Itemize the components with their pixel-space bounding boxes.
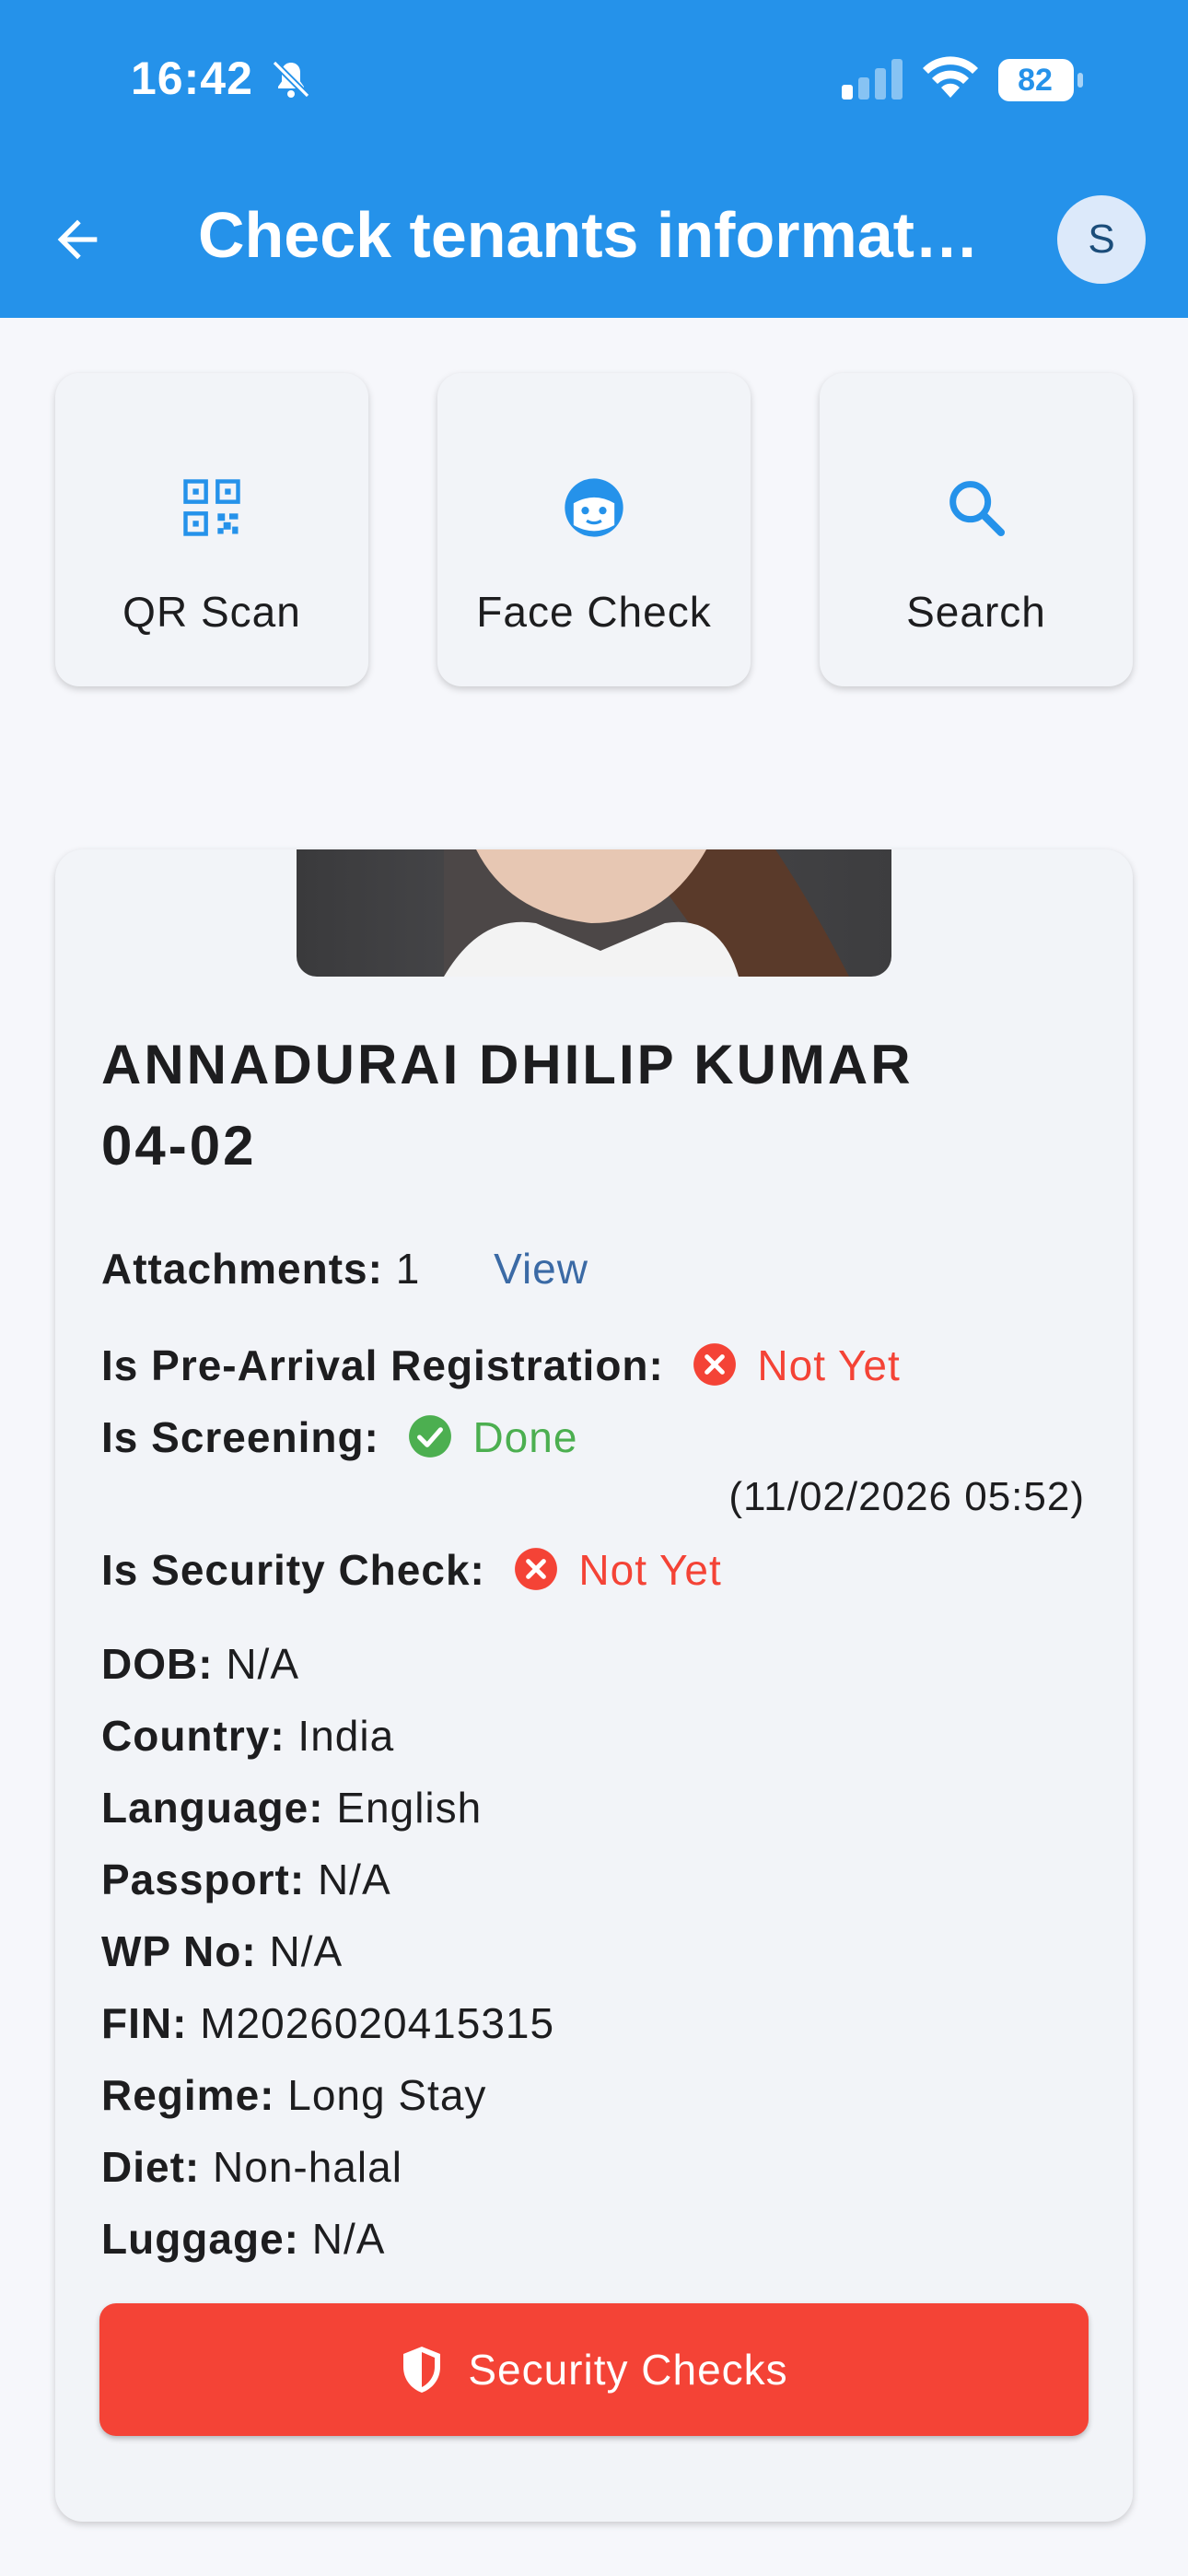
detail-row: Country: India [101,1711,394,1761]
qr-code-icon [183,479,240,536]
attachments-row: Attachments: 1 View [101,1244,588,1294]
tenant-photo [297,849,891,977]
wifi-icon [923,56,978,98]
detail-value: N/A [226,1640,300,1688]
status-time: 16:42 [131,53,253,104]
search-icon [949,481,1006,537]
security-checks-button[interactable]: Security Checks [99,2303,1089,2436]
tenant-card: ANNADURAI DHILIP KUMAR 04-02 Attachments… [55,849,1133,2522]
search-button[interactable]: Search [820,373,1133,686]
tenant-name: ANNADURAI DHILIP KUMAR [101,1034,914,1095]
face-icon [565,478,623,537]
attachments-count: 1 [395,1245,421,1293]
back-arrow-icon[interactable] [48,210,107,269]
face-check-button[interactable]: Face Check [437,373,751,686]
app-bar: 16:42 82 Check tenants informati… S [0,0,1188,318]
detail-label: Diet: [101,2143,201,2191]
security-checks-label: Security Checks [468,2346,788,2394]
detail-row: Regime: Long Stay [101,2070,486,2120]
screening-row: Is Screening: Done [101,1412,577,1462]
avatar[interactable]: S [1057,195,1146,284]
pre-arrival-status: Not Yet [757,1341,901,1389]
detail-row: WP No: N/A [101,1926,343,1976]
security-check-label: Is Security Check: [101,1546,485,1594]
detail-value: N/A [311,2215,386,2263]
bell-off-icon [272,60,310,99]
search-label: Search [906,588,1046,636]
screening-label: Is Screening: [101,1413,379,1461]
detail-label: DOB: [101,1640,214,1688]
shield-icon [403,2347,441,2393]
detail-label: Language: [101,1784,324,1832]
detail-row: DOB: N/A [101,1639,299,1689]
attachments-label: Attachments: [101,1245,383,1293]
detail-label: WP No: [101,1927,257,1975]
detail-value: N/A [317,1856,391,1903]
pre-arrival-row: Is Pre-Arrival Registration: Not Yet [101,1341,901,1390]
detail-row: Passport: N/A [101,1855,391,1904]
error-circle-icon [514,1548,557,1590]
detail-value: English [336,1784,483,1832]
tenant-name-block: ANNADURAI DHILIP KUMAR 04-02 [101,1025,1087,1187]
screening-status: Done [472,1413,578,1461]
detail-label: Country: [101,1712,285,1760]
detail-label: Luggage: [101,2215,299,2263]
security-check-row: Is Security Check: Not Yet [101,1545,722,1595]
security-check-status: Not Yet [578,1546,722,1594]
detail-label: Passport: [101,1856,306,1903]
qr-scan-label: QR Scan [122,588,301,636]
view-attachments-link[interactable]: View [494,1245,588,1293]
page-title: Check tenants informati… [198,199,990,271]
detail-value: Long Stay [287,2071,487,2119]
detail-value: N/A [269,1927,344,1975]
cellular-signal-icon [842,59,903,100]
detail-row: Luggage: N/A [101,2214,385,2264]
detail-value: India [297,1712,395,1760]
detail-label: Regime: [101,2071,275,2119]
detail-label: FIN: [101,1999,188,2047]
detail-row: Diet: Non-halal [101,2142,402,2192]
error-circle-icon [693,1343,736,1386]
screening-timestamp: (11/02/2026 05:52) [728,1474,1085,1519]
tenant-unit: 04-02 [101,1115,257,1177]
check-circle-icon [408,1415,451,1458]
pre-arrival-label: Is Pre-Arrival Registration: [101,1341,664,1389]
battery-level: 82 [1018,63,1053,98]
detail-value: M2026020415315 [200,1999,555,2047]
face-check-label: Face Check [476,588,712,636]
qr-scan-button[interactable]: QR Scan [55,373,368,686]
detail-value: Non-halal [213,2143,402,2191]
detail-row: Language: English [101,1783,482,1832]
detail-row: FIN: M2026020415315 [101,1998,554,2048]
